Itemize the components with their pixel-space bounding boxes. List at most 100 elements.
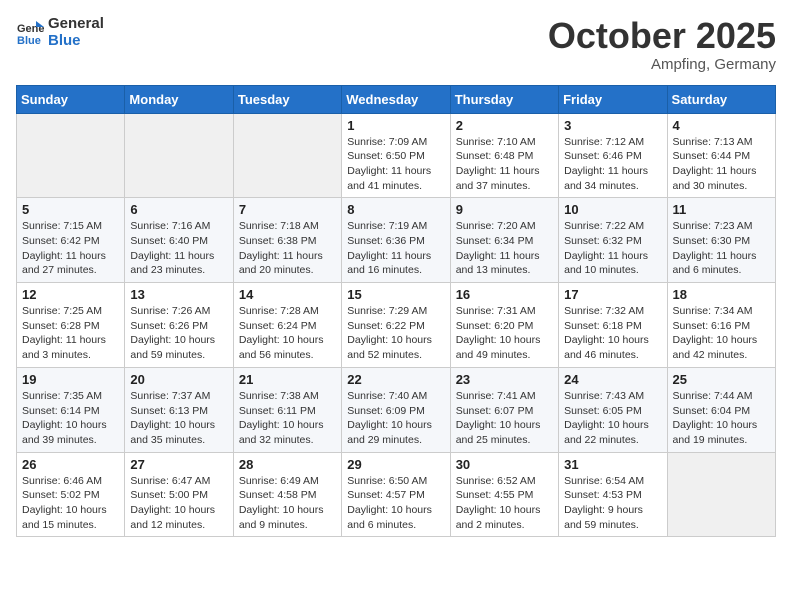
calendar-cell: 30 Sunrise: 6:52 AM Sunset: 4:55 PM Dayli… <box>450 452 558 537</box>
location-subtitle: Ampfing, Germany <box>548 56 776 73</box>
calendar-week-2: 5Sunrise: 7:15 AM Sunset: 6:42 PM Daylig… <box>17 198 776 283</box>
calendar-cell <box>233 113 341 198</box>
day-info: Sunrise: 7:38 AM Sunset: 6:11 PM Dayligh… <box>239 389 336 448</box>
title-block: October 2025 Ampfing, Germany <box>548 16 776 73</box>
calendar-week-5: 26 Sunrise: 6:46 AM Sunset: 5:02 PM Dayli… <box>17 452 776 537</box>
day-number: 14 <box>239 287 336 302</box>
calendar-cell: 8Sunrise: 7:19 AM Sunset: 6:36 PM Daylig… <box>342 198 450 283</box>
day-info: Sunrise: 7:43 AM Sunset: 6:05 PM Dayligh… <box>564 389 661 448</box>
calendar-cell: 13 Sunrise: 7:26 AM Sunset: 6:26 PM Dayli… <box>125 283 233 368</box>
calendar-cell: 9Sunrise: 7:20 AM Sunset: 6:34 PM Daylig… <box>450 198 558 283</box>
calendar-cell: 26 Sunrise: 6:46 AM Sunset: 5:02 PM Dayli… <box>17 452 125 537</box>
day-number: 18 <box>673 287 770 302</box>
logo-blue: Blue <box>48 33 104 50</box>
day-info: Sunrise: 7:22 AM Sunset: 6:32 PM Dayligh… <box>564 219 661 278</box>
day-info: Sunrise: 7:12 AM Sunset: 6:46 PM Dayligh… <box>564 135 661 194</box>
day-number: 24 <box>564 372 661 387</box>
day-info: Sunrise: 7:44 AM Sunset: 6:04 PM Dayligh… <box>673 389 770 448</box>
day-info: Sunrise: 7:09 AM Sunset: 6:50 PM Dayligh… <box>347 135 444 194</box>
calendar-body: 1 Sunrise: 7:09 AM Sunset: 6:50 PM Daylig… <box>17 113 776 537</box>
day-number: 16 <box>456 287 553 302</box>
calendar-cell: 10 Sunrise: 7:22 AM Sunset: 6:32 PM Dayli… <box>559 198 667 283</box>
calendar-cell: 21 Sunrise: 7:38 AM Sunset: 6:11 PM Dayli… <box>233 367 341 452</box>
page-header: General Blue General Blue October 2025 A… <box>16 16 776 73</box>
day-info: Sunrise: 7:26 AM Sunset: 6:26 PM Dayligh… <box>130 304 227 363</box>
logo-general: General <box>48 16 104 33</box>
day-header-wednesday: Wednesday <box>342 85 450 113</box>
day-number: 8 <box>347 202 444 217</box>
calendar-cell: 5Sunrise: 7:15 AM Sunset: 6:42 PM Daylig… <box>17 198 125 283</box>
day-info: Sunrise: 7:28 AM Sunset: 6:24 PM Dayligh… <box>239 304 336 363</box>
calendar-cell: 22 Sunrise: 7:40 AM Sunset: 6:09 PM Dayli… <box>342 367 450 452</box>
calendar-cell: 14 Sunrise: 7:28 AM Sunset: 6:24 PM Dayli… <box>233 283 341 368</box>
svg-text:Blue: Blue <box>17 35 41 47</box>
day-info: Sunrise: 7:10 AM Sunset: 6:48 PM Dayligh… <box>456 135 553 194</box>
calendar-cell: 1 Sunrise: 7:09 AM Sunset: 6:50 PM Daylig… <box>342 113 450 198</box>
calendar-cell: 24 Sunrise: 7:43 AM Sunset: 6:05 PM Dayli… <box>559 367 667 452</box>
day-number: 4 <box>673 118 770 133</box>
day-header-monday: Monday <box>125 85 233 113</box>
day-header-thursday: Thursday <box>450 85 558 113</box>
calendar-week-4: 19 Sunrise: 7:35 AM Sunset: 6:14 PM Dayli… <box>17 367 776 452</box>
day-info: Sunrise: 6:52 AM Sunset: 4:55 PM Dayligh… <box>456 474 553 533</box>
calendar-cell: 29Sunrise: 6:50 AM Sunset: 4:57 PM Dayli… <box>342 452 450 537</box>
day-info: Sunrise: 6:50 AM Sunset: 4:57 PM Dayligh… <box>347 474 444 533</box>
calendar-cell: 18Sunrise: 7:34 AM Sunset: 6:16 PM Dayli… <box>667 283 775 368</box>
calendar-week-1: 1 Sunrise: 7:09 AM Sunset: 6:50 PM Daylig… <box>17 113 776 198</box>
day-header-saturday: Saturday <box>667 85 775 113</box>
day-number: 21 <box>239 372 336 387</box>
day-info: Sunrise: 7:40 AM Sunset: 6:09 PM Dayligh… <box>347 389 444 448</box>
day-number: 26 <box>22 457 119 472</box>
day-number: 25 <box>673 372 770 387</box>
calendar-cell: 17Sunrise: 7:32 AM Sunset: 6:18 PM Dayli… <box>559 283 667 368</box>
day-info: Sunrise: 6:46 AM Sunset: 5:02 PM Dayligh… <box>22 474 119 533</box>
calendar-cell: 3 Sunrise: 7:12 AM Sunset: 6:46 PM Daylig… <box>559 113 667 198</box>
day-number: 1 <box>347 118 444 133</box>
day-info: Sunrise: 7:35 AM Sunset: 6:14 PM Dayligh… <box>22 389 119 448</box>
month-title: October 2025 <box>548 16 776 56</box>
calendar-cell: 11Sunrise: 7:23 AM Sunset: 6:30 PM Dayli… <box>667 198 775 283</box>
day-header-tuesday: Tuesday <box>233 85 341 113</box>
day-number: 7 <box>239 202 336 217</box>
day-number: 31 <box>564 457 661 472</box>
day-info: Sunrise: 7:15 AM Sunset: 6:42 PM Dayligh… <box>22 219 119 278</box>
calendar-cell <box>125 113 233 198</box>
day-info: Sunrise: 7:31 AM Sunset: 6:20 PM Dayligh… <box>456 304 553 363</box>
calendar-week-3: 12Sunrise: 7:25 AM Sunset: 6:28 PM Dayli… <box>17 283 776 368</box>
day-number: 19 <box>22 372 119 387</box>
calendar-cell: 16 Sunrise: 7:31 AM Sunset: 6:20 PM Dayli… <box>450 283 558 368</box>
day-number: 23 <box>456 372 553 387</box>
day-number: 17 <box>564 287 661 302</box>
logo: General Blue General Blue <box>16 16 104 49</box>
calendar-cell: 15 Sunrise: 7:29 AM Sunset: 6:22 PM Dayli… <box>342 283 450 368</box>
day-info: Sunrise: 7:25 AM Sunset: 6:28 PM Dayligh… <box>22 304 119 363</box>
calendar-cell: 28Sunrise: 6:49 AM Sunset: 4:58 PM Dayli… <box>233 452 341 537</box>
calendar-cell <box>17 113 125 198</box>
day-number: 20 <box>130 372 227 387</box>
day-number: 15 <box>347 287 444 302</box>
day-info: Sunrise: 7:29 AM Sunset: 6:22 PM Dayligh… <box>347 304 444 363</box>
day-info: Sunrise: 7:37 AM Sunset: 6:13 PM Dayligh… <box>130 389 227 448</box>
calendar-cell: 23 Sunrise: 7:41 AM Sunset: 6:07 PM Dayli… <box>450 367 558 452</box>
calendar-header-row: SundayMondayTuesdayWednesdayThursdayFrid… <box>17 85 776 113</box>
day-number: 9 <box>456 202 553 217</box>
day-number: 13 <box>130 287 227 302</box>
day-number: 10 <box>564 202 661 217</box>
day-info: Sunrise: 6:47 AM Sunset: 5:00 PM Dayligh… <box>130 474 227 533</box>
day-number: 30 <box>456 457 553 472</box>
day-info: Sunrise: 7:41 AM Sunset: 6:07 PM Dayligh… <box>456 389 553 448</box>
day-number: 3 <box>564 118 661 133</box>
day-header-friday: Friday <box>559 85 667 113</box>
calendar-cell: 27 Sunrise: 6:47 AM Sunset: 5:00 PM Dayli… <box>125 452 233 537</box>
calendar-cell <box>667 452 775 537</box>
calendar-cell: 12Sunrise: 7:25 AM Sunset: 6:28 PM Dayli… <box>17 283 125 368</box>
day-number: 11 <box>673 202 770 217</box>
day-header-sunday: Sunday <box>17 85 125 113</box>
day-number: 2 <box>456 118 553 133</box>
day-number: 6 <box>130 202 227 217</box>
day-info: Sunrise: 7:18 AM Sunset: 6:38 PM Dayligh… <box>239 219 336 278</box>
calendar-cell: 4Sunrise: 7:13 AM Sunset: 6:44 PM Daylig… <box>667 113 775 198</box>
day-number: 27 <box>130 457 227 472</box>
day-number: 22 <box>347 372 444 387</box>
logo-icon: General Blue <box>16 19 44 47</box>
